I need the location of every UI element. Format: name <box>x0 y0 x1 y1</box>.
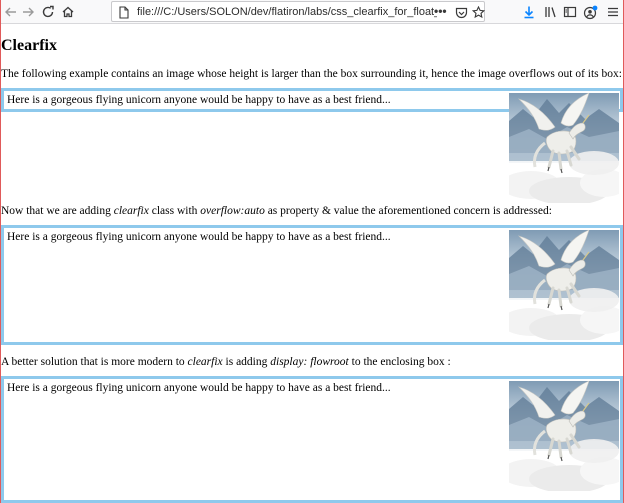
browser-window: file:///C:/Users/SOLON/dev/flatiron/labs… <box>0 0 624 503</box>
sidebar-icon <box>563 6 577 18</box>
download-icon <box>524 6 534 19</box>
para2-overflow-term: overflow:auto <box>200 205 265 217</box>
page-title: Clearfix <box>1 37 57 54</box>
bookmark-star-icon[interactable] <box>470 5 486 20</box>
library-button[interactable] <box>541 2 561 22</box>
para3-text-c: is adding <box>222 356 271 368</box>
box-text: Here is a gorgeous flying unicorn anyone… <box>7 382 391 394</box>
home-icon <box>62 6 74 18</box>
forward-button[interactable] <box>18 2 38 22</box>
box-text: Here is a gorgeous flying unicorn anyone… <box>7 94 391 106</box>
unicorn-image <box>509 93 619 203</box>
library-icon <box>545 7 556 18</box>
box-text: Here is a gorgeous flying unicorn anyone… <box>7 231 391 243</box>
para3-flowroot-term: display: flowroot <box>270 356 349 368</box>
url-bar[interactable]: file:///C:/Users/SOLON/dev/flatiron/labs… <box>111 1 485 22</box>
unicorn-image <box>509 230 619 340</box>
para2-clearfix-term: clearfix <box>113 205 149 217</box>
reload-button[interactable] <box>38 2 58 22</box>
para2-text-c: class with <box>148 205 201 217</box>
account-icon <box>583 5 597 19</box>
home-button[interactable] <box>58 2 78 22</box>
para3-text-e: to the enclosing box : <box>348 356 451 368</box>
menu-button[interactable] <box>603 2 623 22</box>
account-button[interactable] <box>580 2 600 22</box>
hamburger-menu-icon <box>608 7 618 17</box>
clearfix-paragraph: Now that we are adding clearfix class wi… <box>1 204 552 218</box>
back-arrow-icon <box>5 7 16 17</box>
para3-text-a: A better solution that is more modern to <box>1 356 188 368</box>
pocket-icon[interactable] <box>453 5 469 20</box>
file-page-icon <box>116 5 132 20</box>
page-content: Clearfix The following example contains … <box>1 25 623 503</box>
para3-clearfix-term: clearfix <box>187 356 223 368</box>
intro-paragraph: The following example contains an image … <box>1 68 622 80</box>
forward-arrow-icon <box>23 7 34 17</box>
sidebar-button[interactable] <box>560 2 580 22</box>
flowroot-paragraph: A better solution that is more modern to… <box>1 355 451 369</box>
url-text[interactable]: file:///C:/Users/SOLON/dev/flatiron/labs… <box>137 5 437 19</box>
unicorn-image <box>509 381 619 491</box>
browser-toolbar: file:///C:/Users/SOLON/dev/flatiron/labs… <box>1 0 623 24</box>
reload-icon <box>42 5 54 18</box>
para2-text-e: as property & value the aforementioned c… <box>264 205 552 217</box>
downloads-button[interactable] <box>519 2 539 22</box>
para2-text-a: Now that we are adding <box>1 205 114 217</box>
page-actions-button[interactable]: ••• <box>434 4 452 20</box>
